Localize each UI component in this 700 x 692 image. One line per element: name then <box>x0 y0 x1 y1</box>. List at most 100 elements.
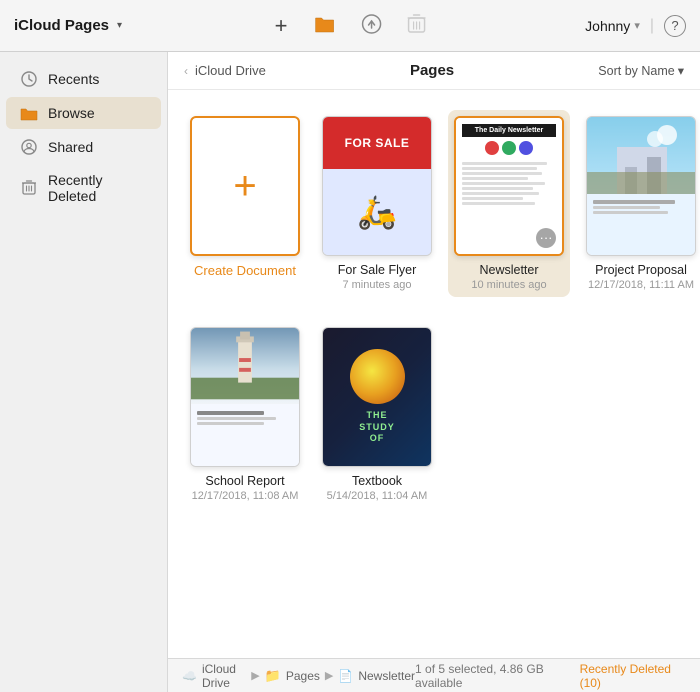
project-body <box>587 193 695 221</box>
create-document-thumbnail[interactable]: + <box>190 116 300 256</box>
browse-button[interactable] <box>309 10 339 42</box>
dot-1 <box>485 141 499 155</box>
sidebar-item-recents[interactable]: Recents <box>6 63 161 95</box>
newsletter-date: 10 minutes ago <box>471 279 546 291</box>
status-sep-1: ▶ <box>251 669 259 682</box>
help-icon: ? <box>671 18 678 33</box>
status-icloud-drive-label: iCloud Drive <box>202 662 246 690</box>
textbook-label: Textbook <box>352 474 402 488</box>
school-report-label: School Report <box>205 474 284 488</box>
breadcrumb-icloud-drive: iCloud Drive <box>195 63 266 78</box>
create-document-item[interactable]: + Create Document <box>184 110 306 297</box>
add-document-button[interactable]: + <box>271 11 292 41</box>
for-sale-flyer-label: For Sale Flyer <box>338 263 417 277</box>
status-newsletter-icon: 📄 <box>338 669 353 683</box>
sidebar: Recents Browse Shared <box>0 52 168 692</box>
textbook-item[interactable]: THESTUDYOF Textbook 5/14/2018, 11:04 AM <box>316 321 438 508</box>
documents-grid: + Create Document FOR SALE 🛵 For <box>168 90 700 658</box>
newsletter-item[interactable]: The Daily Newsletter <box>448 110 570 297</box>
folder-icon <box>20 104 38 122</box>
sidebar-item-recently-deleted[interactable]: Recently Deleted <box>6 165 161 211</box>
status-pages-folder-icon: 📁 <box>265 668 281 684</box>
sidebar-browse-label: Browse <box>48 105 95 121</box>
for-sale-thumb-content: FOR SALE 🛵 <box>323 117 431 255</box>
newsletter-thumbnail[interactable]: The Daily Newsletter <box>454 116 564 256</box>
status-pages-label: Pages <box>286 669 320 683</box>
sidebar-recents-label: Recents <box>48 71 99 87</box>
status-cloud-icon: ☁️ <box>182 669 197 683</box>
newsletter-header-bar: The Daily Newsletter <box>462 124 556 137</box>
school-image-area <box>191 328 299 404</box>
trash-icon <box>407 14 425 38</box>
textbook-date: 5/14/2018, 11:04 AM <box>327 490 428 502</box>
for-sale-flyer-item[interactable]: FOR SALE 🛵 For Sale Flyer 7 minutes ago <box>316 110 438 297</box>
create-document-label: Create Document <box>194 263 296 278</box>
clock-icon <box>20 70 38 88</box>
app-title: iCloud Pages <box>14 17 109 34</box>
school-body <box>191 404 299 432</box>
sort-arrow-icon: ▾ <box>678 63 684 78</box>
user-label: Johnny <box>585 18 630 34</box>
dot-3 <box>519 141 533 155</box>
help-button[interactable]: ? <box>664 15 686 37</box>
newsletter-dots <box>462 141 556 155</box>
school-report-date: 12/17/2018, 11:08 AM <box>192 490 299 502</box>
delete-button[interactable] <box>403 10 429 42</box>
person-circle-icon <box>20 138 38 156</box>
newsletter-lines <box>462 158 556 209</box>
toolbar-right: Johnny ▾ | ? <box>585 15 686 37</box>
app-title-dropdown-arrow[interactable]: ▾ <box>117 20 122 31</box>
dot-2 <box>502 141 516 155</box>
current-folder-label: Pages <box>410 62 454 79</box>
project-proposal-item[interactable]: Project Proposal 12/17/2018, 11:11 AM <box>580 110 700 297</box>
content-header: ‹ iCloud Drive Pages Sort by Name ▾ <box>168 52 700 90</box>
sidebar-recently-deleted-label: Recently Deleted <box>48 172 147 204</box>
project-proposal-label: Project Proposal <box>595 263 687 277</box>
project-image-area <box>587 117 695 193</box>
sidebar-item-shared[interactable]: Shared <box>6 131 161 163</box>
project-proposal-thumbnail[interactable] <box>586 116 696 256</box>
textbook-title-text: THESTUDYOF <box>359 410 395 445</box>
textbook-thumbnail[interactable]: THESTUDYOF <box>322 327 432 467</box>
for-sale-flyer-thumbnail[interactable]: FOR SALE 🛵 <box>322 116 432 256</box>
user-dropdown-arrow: ▾ <box>634 19 640 32</box>
status-sep-2: ▶ <box>325 669 333 682</box>
upload-icon <box>361 14 381 38</box>
for-sale-banner-text: FOR SALE <box>345 136 410 150</box>
status-bar: ☁️ iCloud Drive ▶ 📁 Pages ▶ 📄 Newsletter… <box>168 658 700 692</box>
toolbar-left: iCloud Pages ▾ <box>14 17 122 34</box>
sidebar-item-browse[interactable]: Browse <box>6 97 161 129</box>
status-selection-info: 1 of 5 selected, 4.86 GB available <box>415 662 580 690</box>
status-newsletter-label: Newsletter <box>358 669 415 683</box>
trash-sidebar-icon <box>20 179 38 197</box>
school-report-item[interactable]: School Report 12/17/2018, 11:08 AM <box>184 321 306 508</box>
folder-open-icon <box>313 14 335 38</box>
project-thumb-content <box>587 117 695 255</box>
create-plus-icon: + <box>233 166 256 206</box>
school-report-thumb-content <box>191 328 299 466</box>
project-proposal-date: 12/17/2018, 11:11 AM <box>588 279 694 291</box>
breadcrumb-back[interactable]: ‹ iCloud Drive <box>184 63 266 78</box>
main-layout: Recents Browse Shared <box>0 52 700 692</box>
add-icon: + <box>275 15 288 37</box>
user-menu-button[interactable]: Johnny ▾ <box>585 18 640 34</box>
textbook-thumb-content: THESTUDYOF <box>323 328 431 466</box>
upload-button[interactable] <box>357 10 385 42</box>
school-report-thumbnail[interactable] <box>190 327 300 467</box>
for-sale-red-banner: FOR SALE <box>323 117 431 169</box>
scooter-icon: 🛵 <box>357 193 397 231</box>
content-area: ‹ iCloud Drive Pages Sort by Name ▾ + Cr… <box>168 52 700 692</box>
textbook-circle-graphic <box>350 349 405 404</box>
status-recently-deleted-button[interactable]: Recently Deleted (10) <box>580 662 686 690</box>
sort-button[interactable]: Sort by Name ▾ <box>598 63 684 78</box>
toolbar-divider: | <box>650 17 654 35</box>
toolbar: iCloud Pages ▾ + <box>0 0 700 52</box>
breadcrumb-arrow: ‹ <box>184 64 188 78</box>
status-breadcrumb: ☁️ iCloud Drive ▶ 📁 Pages ▶ 📄 Newsletter <box>182 662 415 690</box>
sidebar-shared-label: Shared <box>48 139 93 155</box>
for-sale-image-area: 🛵 <box>323 169 431 255</box>
toolbar-center: + <box>271 10 430 42</box>
sort-label: Sort by Name <box>598 64 674 78</box>
newsletter-label: Newsletter <box>479 263 538 277</box>
newsletter-more-button[interactable]: ··· <box>536 228 556 248</box>
